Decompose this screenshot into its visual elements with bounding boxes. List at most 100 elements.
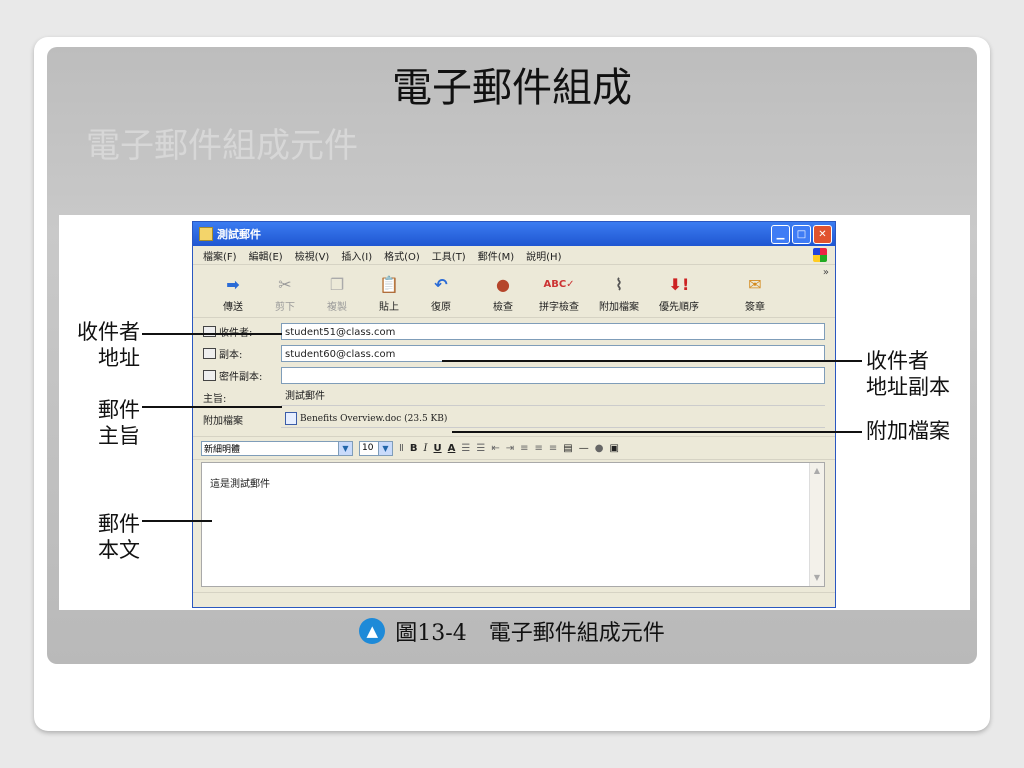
to-label[interactable]: 收件者: — [203, 324, 281, 339]
size-select[interactable]: 10 ▼ — [359, 440, 393, 456]
message-body[interactable]: 這是測試郵件 ▲ ▼ — [201, 462, 825, 587]
slide-title: 電子郵件組成 — [392, 65, 632, 111]
horizontal-line-icon[interactable]: — — [579, 443, 589, 454]
font-select[interactable]: 新細明體 ▼ — [201, 440, 353, 456]
spellcheck-button[interactable]: ABC✓ 拼字檢查 — [529, 273, 589, 317]
send-icon: ➡ — [226, 274, 240, 294]
menu-format[interactable]: 格式(O) — [384, 248, 420, 263]
priority-label: 優先順序 — [659, 302, 699, 313]
chevron-down-icon: ▼ — [338, 441, 352, 455]
menu-message[interactable]: 郵件(M) — [478, 248, 514, 263]
bcc-row: 密件副本: — [203, 364, 825, 386]
paste-button[interactable]: 📋 貼上 — [363, 273, 415, 317]
status-bar — [193, 592, 835, 607]
callout-body-line2: 本文 — [98, 538, 140, 562]
attachment-name: Benefits Overview.doc (23.5 KB) — [300, 413, 448, 424]
justify-icon[interactable]: ▤ — [563, 443, 572, 454]
font-color-button[interactable]: A — [448, 443, 456, 454]
check-names-button[interactable]: ● 檢查 — [477, 273, 529, 317]
increase-indent-icon[interactable]: ⇥ — [506, 443, 514, 454]
subject-input[interactable]: 測試郵件 — [281, 389, 825, 406]
windows-flag-icon — [813, 248, 827, 262]
subject-row: 主旨: 測試郵件 — [203, 386, 825, 408]
cut-button[interactable]: ✂ 剪下 — [259, 273, 311, 317]
address-book-icon — [203, 347, 216, 359]
window-title: 測試郵件 — [217, 228, 261, 241]
scroll-down-icon[interactable]: ▼ — [811, 572, 823, 584]
undo-button[interactable]: ↶ 復原 — [415, 273, 467, 317]
copy-label: 複製 — [327, 302, 347, 313]
menu-help[interactable]: 說明(H) — [526, 248, 561, 263]
bold-button[interactable]: B — [410, 443, 418, 454]
callout-cc-line1: 收件者 — [866, 349, 929, 373]
bullet-list-icon[interactable]: ☰ — [476, 443, 485, 454]
bcc-input[interactable] — [281, 366, 825, 384]
to-label-text: 收件者: — [219, 324, 252, 339]
undo-icon: ↶ — [434, 274, 448, 294]
undo-label: 復原 — [431, 302, 451, 313]
callout-body-leader — [142, 520, 212, 522]
callout-to-line1: 收件者 — [77, 320, 140, 344]
cc-label-text: 副本: — [219, 349, 243, 361]
address-book-icon — [203, 369, 216, 381]
underline-button[interactable]: U — [434, 443, 442, 454]
callout-body-line1: 郵件 — [98, 512, 140, 536]
hyperlink-icon[interactable]: ● — [595, 443, 604, 454]
callout-cc-line2: 地址副本 — [866, 375, 950, 399]
cc-input[interactable]: student60@class.com — [281, 344, 825, 362]
menu-file[interactable]: 檔案(F) — [203, 248, 237, 263]
callout-cc-leader — [442, 360, 862, 362]
callout-subject-leader — [142, 406, 282, 408]
caption-text: 圖13-4 電子郵件組成元件 — [395, 615, 664, 647]
priority-icon: ⬇! — [668, 274, 690, 294]
to-input[interactable]: student51@class.com — [281, 322, 825, 340]
window-controls: ▁ □ ✕ — [771, 225, 832, 244]
attach-field-label: 附加檔案 — [203, 415, 243, 427]
maximize-button[interactable]: □ — [792, 225, 811, 244]
caption-title: 電子郵件組成元件 — [488, 621, 665, 646]
attachment-item[interactable]: Benefits Overview.doc (23.5 KB) — [281, 411, 825, 428]
paste-label: 貼上 — [379, 302, 399, 313]
minimize-button[interactable]: ▁ — [771, 225, 790, 244]
menu-tools[interactable]: 工具(T) — [432, 248, 466, 263]
align-left-icon[interactable]: ≡ — [520, 443, 528, 454]
bcc-label-text: 密件副本: — [219, 371, 263, 383]
cc-label[interactable]: 副本: — [203, 346, 281, 361]
body-scrollbar[interactable]: ▲ ▼ — [809, 463, 824, 586]
document-icon — [285, 412, 297, 425]
callout-to-leader — [142, 333, 282, 335]
spellcheck-label: 拼字檢查 — [539, 302, 579, 313]
toolbar-overflow-icon[interactable]: » — [823, 267, 829, 278]
callout-cc: 收件者 地址副本 — [866, 348, 950, 400]
check-names-icon: ● — [496, 274, 510, 294]
align-center-icon[interactable]: ≡ — [534, 443, 542, 454]
callout-subject-line1: 郵件 — [98, 398, 140, 422]
scissors-icon: ✂ — [278, 274, 292, 294]
close-button[interactable]: ✕ — [813, 225, 832, 244]
sign-button[interactable]: ✉ 簽章 — [729, 273, 781, 317]
to-row: 收件者: student51@class.com — [203, 320, 825, 342]
check-names-label: 檢查 — [493, 302, 513, 313]
paragraph-style-icon[interactable]: Ⅱ — [399, 443, 404, 454]
align-right-icon[interactable]: ≡ — [549, 443, 557, 454]
attach-button[interactable]: ⌇ 附加檔案 — [589, 273, 649, 317]
menu-edit[interactable]: 編輯(E) — [249, 248, 283, 263]
arrow-up-icon: ▲ — [359, 618, 386, 644]
priority-button[interactable]: ⬇! 優先順序 — [649, 273, 709, 317]
send-button[interactable]: ➡ 傳送 — [207, 273, 259, 317]
window-titlebar[interactable]: 測試郵件 ▁ □ ✕ — [193, 222, 835, 246]
mail-icon — [199, 227, 213, 241]
menu-view[interactable]: 檢視(V) — [295, 248, 330, 263]
bcc-label[interactable]: 密件副本: — [203, 368, 281, 383]
format-bar: 新細明體 ▼ 10 ▼ Ⅱ B I U A ☰ ☰ ⇤ ⇥ ≡ ≡ ≡ ▤ — … — [193, 436, 835, 460]
scroll-up-icon[interactable]: ▲ — [811, 465, 823, 477]
callout-attach: 附加檔案 — [866, 419, 950, 443]
copy-button[interactable]: ❐ 複製 — [311, 273, 363, 317]
caption-number: 圖13-4 — [395, 621, 467, 646]
menu-insert[interactable]: 插入(I) — [341, 248, 372, 263]
insert-picture-icon[interactable]: ▣ — [609, 443, 618, 454]
body-text: 這是測試郵件 — [210, 479, 270, 490]
numbered-list-icon[interactable]: ☰ — [461, 443, 470, 454]
decrease-indent-icon[interactable]: ⇤ — [491, 443, 499, 454]
italic-button[interactable]: I — [424, 443, 428, 454]
